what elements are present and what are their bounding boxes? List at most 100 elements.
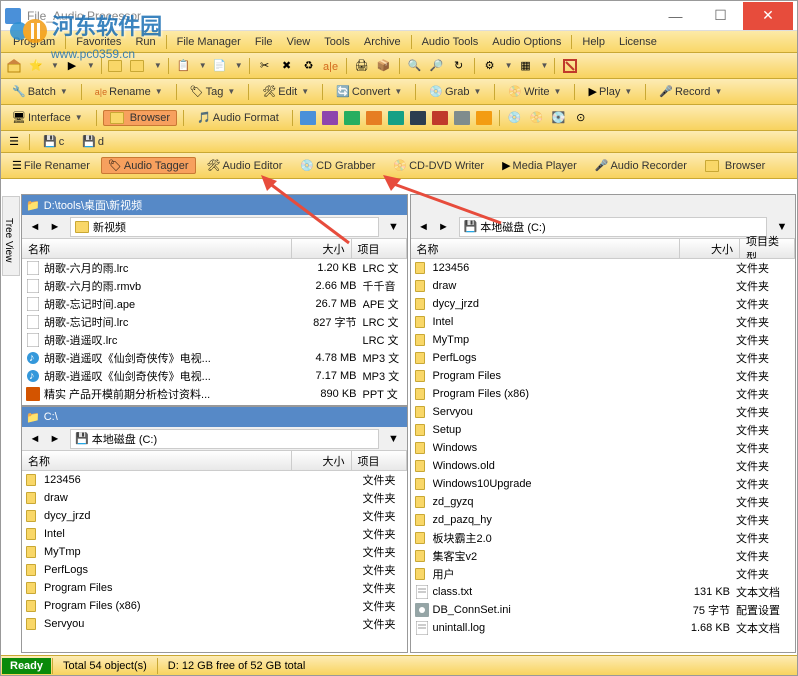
record-dropdown[interactable]: 🎤Record▼ (652, 83, 729, 100)
binoculars-icon[interactable]: 🔍 (406, 57, 424, 75)
list-item[interactable]: PerfLogs文件夹 (22, 561, 407, 579)
delete-icon[interactable]: ✖ (278, 57, 296, 75)
write-dropdown[interactable]: 📀Write▼ (501, 83, 568, 100)
menu-audiooptions[interactable]: Audio Options (486, 34, 567, 50)
list-item[interactable]: Intel文件夹 (411, 313, 796, 331)
chevron-down-icon[interactable]: ▼ (87, 61, 95, 70)
col-type[interactable]: 项目 (352, 239, 407, 258)
minimize-button[interactable]: — (653, 2, 698, 30)
disc-icon-4[interactable]: ⊙ (572, 109, 590, 127)
format-icon-6[interactable] (409, 109, 427, 127)
menu-favorites[interactable]: Favorites (70, 34, 127, 50)
menu-program[interactable]: Program (7, 34, 61, 50)
forward-icon[interactable]: ► (46, 218, 64, 236)
list-item[interactable]: MyTmp文件夹 (411, 331, 796, 349)
tag-dropdown[interactable]: 🏷Tag▼ (183, 83, 243, 100)
list-item[interactable]: Program Files (x86)文件夹 (22, 597, 407, 615)
rename-icon[interactable]: a|e (322, 57, 340, 75)
icon-run[interactable]: ▶ (63, 57, 81, 75)
format-icon-1[interactable] (299, 109, 317, 127)
format-icon-8[interactable] (453, 109, 471, 127)
chevron-down-icon[interactable]: ▼ (154, 61, 162, 70)
menu-help[interactable]: Help (576, 34, 611, 50)
list-item[interactable]: 用户文件夹 (411, 565, 796, 583)
list-item[interactable]: zd_pazq_hy文件夹 (411, 511, 796, 529)
disc-icon-3[interactable]: 💽 (550, 109, 568, 127)
list-item[interactable]: Servyou文件夹 (411, 403, 796, 421)
menu-license[interactable]: License (613, 34, 663, 50)
chevron-down-icon[interactable]: ▼ (541, 61, 549, 70)
back-icon[interactable]: ◄ (26, 430, 44, 448)
menu-audiotools[interactable]: Audio Tools (416, 34, 485, 50)
col-type[interactable]: 项目 (352, 451, 407, 470)
icon-star[interactable]: ⭐ (27, 57, 45, 75)
grab-dropdown[interactable]: 💿Grab▼ (422, 83, 488, 100)
search-icon[interactable]: 🔎 (428, 57, 446, 75)
recycle-icon[interactable]: ♻ (300, 57, 318, 75)
chevron-down-icon[interactable]: ▼ (51, 61, 59, 70)
col-size[interactable]: 大小 (292, 451, 352, 470)
list-item[interactable]: Intel文件夹 (22, 525, 407, 543)
list-item[interactable]: zd_gyzq文件夹 (411, 493, 796, 511)
list-item[interactable]: 板块霸主2.0文件夹 (411, 529, 796, 547)
format-icon-4[interactable] (365, 109, 383, 127)
print-icon[interactable]: 🖨 (353, 57, 371, 75)
forward-icon[interactable]: ► (46, 430, 64, 448)
forward-icon[interactable]: ► (435, 218, 453, 236)
interface-dropdown[interactable]: 🖥Interface▼ (5, 109, 90, 126)
batch-dropdown[interactable]: 🔧Batch▼ (5, 83, 75, 100)
play-dropdown[interactable]: ▶Play▼ (581, 83, 639, 100)
close-button[interactable]: ✕ (743, 2, 793, 30)
menu-file[interactable]: File (249, 34, 279, 50)
list-item[interactable]: ♪胡歌-逍遥叹《仙剑奇侠传》电视...7.17 MBMP3 文 (22, 367, 407, 385)
left-bottom-list[interactable]: 123456文件夹draw文件夹dycy_jrzd文件夹Intel文件夹MyTm… (22, 471, 407, 652)
tab-audio-tagger[interactable]: 🏷Audio Tagger (101, 157, 196, 174)
gear-icon[interactable]: ⚙ (481, 57, 499, 75)
menu-filemanager[interactable]: File Manager (171, 34, 247, 50)
list-item[interactable]: Setup文件夹 (411, 421, 796, 439)
list-item[interactable]: draw文件夹 (22, 489, 407, 507)
tab-audio-editor[interactable]: 🛠Audio Editor (200, 157, 290, 174)
list-item[interactable]: Program Files文件夹 (22, 579, 407, 597)
paste-icon[interactable]: 📄 (211, 57, 229, 75)
chevron-down-icon[interactable]: ▼ (199, 61, 207, 70)
drive-c[interactable]: 💾c (36, 133, 71, 150)
drive-list-icon[interactable]: ☰ (5, 133, 23, 151)
list-item[interactable]: 胡歌-逍遥叹.lrcLRC 文 (22, 331, 407, 349)
col-name[interactable]: 名称 (22, 239, 292, 258)
list-item[interactable]: 123456文件夹 (22, 471, 407, 489)
edit-dropdown[interactable]: 🛠Edit▼ (255, 83, 316, 100)
list-item[interactable]: Program Files文件夹 (411, 367, 796, 385)
list-item[interactable]: Servyou文件夹 (22, 615, 407, 633)
back-icon[interactable]: ◄ (26, 218, 44, 236)
cut-icon[interactable]: ✂ (256, 57, 274, 75)
view-icon[interactable]: ▦ (517, 57, 535, 75)
col-name[interactable]: 名称 (22, 451, 292, 470)
list-item[interactable]: 胡歌-六月的雨.rmvb2.66 MB千千音 (22, 277, 407, 295)
dropdown-icon[interactable]: ▼ (385, 218, 403, 236)
col-name[interactable]: 名称 (411, 239, 681, 258)
convert-dropdown[interactable]: 🔄Convert▼ (329, 83, 409, 100)
format-icon-7[interactable] (431, 109, 449, 127)
breadcrumb[interactable]: 💾 本地磁盘 (C:) (70, 429, 379, 449)
list-item[interactable]: Windows10Upgrade文件夹 (411, 475, 796, 493)
copy-icon[interactable]: 📋 (175, 57, 193, 75)
list-item[interactable]: 胡歌-忘记时间.lrc827 字节LRC 文 (22, 313, 407, 331)
col-type[interactable]: 项目类型 (740, 239, 795, 258)
list-item[interactable]: PerfLogs文件夹 (411, 349, 796, 367)
disc-icon-2[interactable]: 📀 (528, 109, 546, 127)
tree-view-tab[interactable]: Tree View (2, 196, 20, 276)
archive-icon[interactable]: 📦 (375, 57, 393, 75)
list-item[interactable]: class.txt131 KB文本文档 (411, 583, 796, 601)
exit-icon[interactable] (561, 57, 579, 75)
tab-file-renamer[interactable]: ☰File Renamer (5, 157, 97, 174)
list-item[interactable]: Windows文件夹 (411, 439, 796, 457)
list-item[interactable]: unintall.log1.68 KB文本文档 (411, 619, 796, 637)
format-icon-9[interactable] (475, 109, 493, 127)
maximize-button[interactable]: ☐ (698, 2, 743, 30)
col-size[interactable]: 大小 (680, 239, 740, 258)
audio-format-button[interactable]: 🎵Audio Format (190, 109, 286, 126)
list-item[interactable]: Windows.old文件夹 (411, 457, 796, 475)
tab-audio-recorder[interactable]: 🎤Audio Recorder (588, 157, 694, 174)
icon-folder1[interactable] (108, 57, 126, 75)
